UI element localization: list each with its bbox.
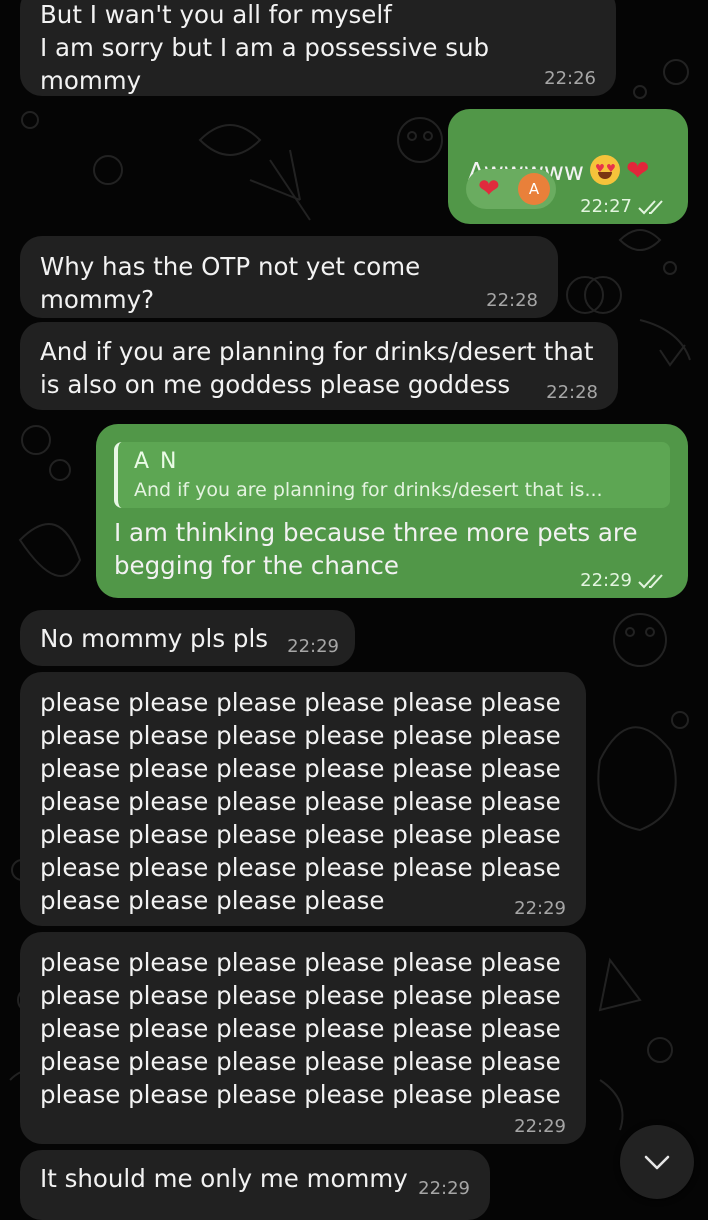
message-time: 22:29 (580, 570, 632, 591)
message-time: 22:28 (486, 290, 538, 311)
message-bubble[interactable]: No mommy pls pls 22:29 (20, 610, 355, 666)
message-bubble[interactable]: But I wan't you all for myself I am sorr… (20, 0, 616, 96)
red-heart-reaction-icon: ❤ (478, 174, 500, 204)
heart-eyes-emoji: ♥ ♥ (589, 155, 620, 185)
reaction-chip[interactable]: ❤ A (466, 169, 556, 209)
avatar: A (518, 173, 550, 205)
reply-author: A N (134, 449, 179, 474)
message-time: 22:29 (287, 636, 339, 657)
scroll-to-bottom-button[interactable] (620, 1125, 694, 1199)
chevron-down-icon (644, 1155, 670, 1170)
message-bubble[interactable]: please please please please please pleas… (20, 672, 586, 926)
message-bubble[interactable]: please please please please please pleas… (20, 932, 586, 1144)
double-check-icon (638, 574, 663, 589)
reply-quote[interactable]: A N And if you are planning for drinks/d… (114, 442, 670, 508)
red-heart-emoji: ❤ (625, 154, 650, 187)
message-text: Why has the OTP not yet come mommy? (40, 252, 421, 314)
message-time: 22:29 (418, 1178, 470, 1199)
message-bubble[interactable]: And if you are planning for drinks/deser… (20, 322, 618, 410)
reply-text: And if you are planning for drinks/deser… (134, 479, 603, 501)
message-text: And if you are planning for drinks/deser… (40, 337, 594, 399)
message-text: But I wan't you all for myself I am sorr… (40, 0, 490, 95)
message-bubble[interactable]: Awwwww♥♥❤ ❤ A 22:27 (448, 109, 688, 224)
message-time: 22:29 (514, 898, 566, 919)
message-text: please please please please please pleas… (40, 948, 561, 1109)
message-bubble[interactable]: A N And if you are planning for drinks/d… (96, 424, 688, 598)
message-text: It should me only me mommy (40, 1164, 408, 1193)
message-bubble[interactable]: It should me only me mommy 22:29 (20, 1150, 490, 1220)
message-text: please please please please please pleas… (40, 688, 561, 915)
double-check-icon (638, 200, 663, 215)
message-time: 22:28 (546, 382, 598, 403)
message-bubble[interactable]: Why has the OTP not yet come mommy? 22:2… (20, 236, 558, 318)
message-time: 22:29 (514, 1116, 566, 1137)
message-time: 22:26 (544, 68, 596, 89)
message-time: 22:27 (580, 196, 632, 217)
